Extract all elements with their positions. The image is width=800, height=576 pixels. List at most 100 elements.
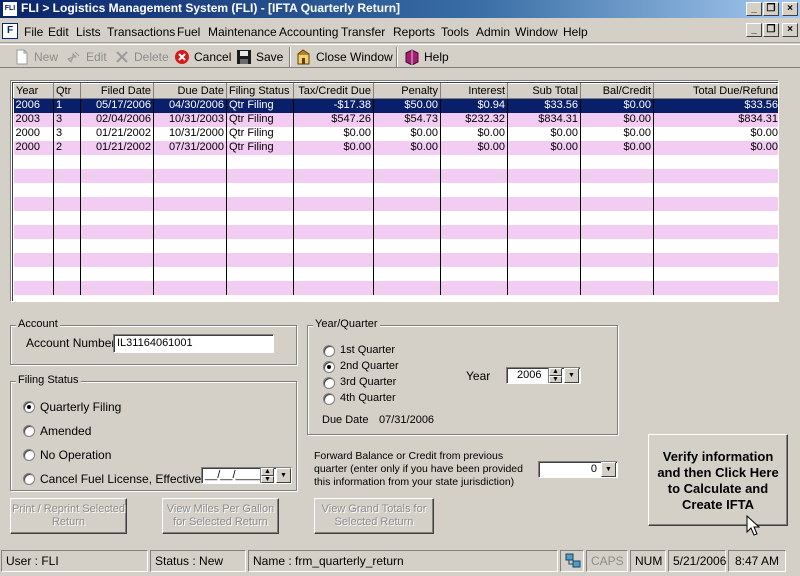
year-field[interactable]: 2006 ▲ ▼ ▼ xyxy=(506,367,581,384)
column-header[interactable]: Tax/Credit Due xyxy=(293,83,374,99)
status-num: NUM xyxy=(630,550,666,572)
filing-status-radio[interactable] xyxy=(23,401,35,413)
table-cell xyxy=(580,168,654,183)
table-row[interactable] xyxy=(13,224,778,239)
menu-tools[interactable]: Tools xyxy=(441,25,469,39)
menu-edit[interactable]: Edit xyxy=(48,25,69,39)
date-dropdown-button[interactable]: ▼ xyxy=(276,468,291,483)
new-button[interactable]: New xyxy=(14,49,58,65)
filing-status-option-label[interactable]: Amended xyxy=(40,424,91,438)
close-window-button[interactable]: Close Window xyxy=(296,49,393,65)
table-row[interactable] xyxy=(13,154,778,169)
quarter-option-label[interactable]: 2nd Quarter xyxy=(340,360,399,372)
table-row[interactable] xyxy=(13,280,778,295)
table-row[interactable] xyxy=(13,238,778,253)
filing-status-radio[interactable] xyxy=(23,449,35,461)
table-cell: $54.73 xyxy=(373,112,441,127)
table-cell xyxy=(293,280,374,295)
forward-balance-field[interactable]: 0 ▼ xyxy=(538,461,618,478)
view-grand-totals-button[interactable]: View Grand Totals for Selected Return xyxy=(314,498,434,534)
filing-status-option-label[interactable]: Cancel Fuel License, Effective xyxy=(40,472,201,486)
column-header[interactable]: Bal/Credit xyxy=(580,83,654,99)
quarter-radio[interactable] xyxy=(323,377,335,389)
quarter-option-label[interactable]: 1st Quarter xyxy=(340,344,395,356)
spin-down-icon[interactable]: ▼ xyxy=(549,375,562,383)
table-row[interactable] xyxy=(13,266,778,281)
menu-window[interactable]: Window xyxy=(515,25,558,39)
menu-admin[interactable]: Admin xyxy=(476,25,510,39)
filing-status-option-label[interactable]: No Operation xyxy=(40,448,111,462)
table-cell xyxy=(80,210,154,225)
table-row[interactable]: 2000 3 01/21/2002 10/31/2000 Qtr Filing $0.00… xyxy=(13,126,778,141)
table-cell xyxy=(13,154,54,169)
column-header[interactable]: Filing Status xyxy=(226,83,294,99)
restore-button[interactable]: ❐ xyxy=(763,2,779,16)
column-header[interactable]: Due Date xyxy=(153,83,227,99)
menu-lists[interactable]: Lists xyxy=(76,25,101,39)
quarter-radio[interactable] xyxy=(323,393,335,405)
cancel-effective-date-field[interactable]: __/__/____ ▲ ▼ ▼ xyxy=(201,467,292,484)
quarter-option-label[interactable]: 3rd Quarter xyxy=(340,376,396,388)
year-dropdown-button[interactable]: ▼ xyxy=(564,368,579,383)
table-cell xyxy=(153,224,227,239)
table-row[interactable]: 2003 3 02/04/2006 10/31/2003 Qtr Filing $547.… xyxy=(13,112,778,127)
column-header[interactable]: Qtr xyxy=(53,83,81,99)
spin-down-icon[interactable]: ▼ xyxy=(261,475,274,483)
filing-status-option-label[interactable]: Quarterly Filing xyxy=(40,400,121,414)
table-row[interactable]: 2000 2 01/21/2002 07/31/2000 Qtr Filing $0.00… xyxy=(13,140,778,155)
column-header[interactable]: Interest xyxy=(440,83,508,99)
save-button[interactable]: Save xyxy=(236,49,283,65)
menu-reports[interactable]: Reports xyxy=(393,25,435,39)
account-number-label: Account Number xyxy=(26,336,116,350)
column-header[interactable]: Penalty xyxy=(373,83,441,99)
table-cell xyxy=(507,182,581,197)
column-header[interactable]: Total Due/Refund xyxy=(653,83,778,99)
filing-status-radio[interactable] xyxy=(23,425,35,437)
column-header[interactable]: Sub Total xyxy=(507,83,581,99)
table-row[interactable] xyxy=(13,196,778,211)
view-mpg-button[interactable]: View Miles Per Gallon for Selected Retur… xyxy=(162,498,279,534)
verify-calculate-button[interactable]: Verify information and then Click Here t… xyxy=(648,434,788,526)
table-row[interactable] xyxy=(13,210,778,225)
table-cell xyxy=(653,168,778,183)
menu-fuel[interactable]: Fuel xyxy=(177,25,200,39)
date-spinner[interactable]: ▲ ▼ xyxy=(260,468,274,483)
menu-maintenance[interactable]: Maintenance xyxy=(208,25,277,39)
menu-accounting[interactable]: Accounting xyxy=(279,25,338,39)
table-cell: $0.94 xyxy=(440,98,508,113)
table-row[interactable] xyxy=(13,252,778,267)
menu-transactions[interactable]: Transactions xyxy=(107,25,175,39)
delete-button[interactable]: Delete xyxy=(114,49,169,65)
year-spinner[interactable]: ▲ ▼ xyxy=(548,368,562,383)
column-header[interactable]: Year xyxy=(13,83,54,99)
account-number-field[interactable]: IL31164061001 xyxy=(113,334,274,353)
quarter-option-label[interactable]: 4th Quarter xyxy=(340,392,396,404)
returns-grid[interactable]: Year Qtr Filed Date Due Date Filing Stat… xyxy=(10,80,779,302)
print-reprint-button[interactable]: Print / Reprint Selected Return xyxy=(10,498,127,534)
menu-file[interactable]: File xyxy=(24,25,43,39)
document-icon[interactable]: F xyxy=(2,23,18,39)
filing-status-radio[interactable] xyxy=(23,473,35,485)
table-row[interactable]: 2006 1 05/17/2006 04/30/2006 Qtr Filing -$17.… xyxy=(13,98,778,113)
menu-help[interactable]: Help xyxy=(563,25,588,39)
mdi-minimize-button[interactable]: _ xyxy=(746,23,762,37)
help-button[interactable]: Help xyxy=(404,49,449,65)
forward-balance-dropdown-button[interactable]: ▼ xyxy=(601,462,616,477)
edit-button[interactable]: Edit xyxy=(66,49,107,65)
close-button[interactable]: × xyxy=(782,2,798,16)
delete-label: Delete xyxy=(134,50,169,64)
spin-up-icon[interactable]: ▲ xyxy=(261,468,274,476)
mdi-restore-button[interactable]: ❐ xyxy=(763,23,779,37)
quarter-radio[interactable] xyxy=(323,361,335,373)
table-row[interactable] xyxy=(13,182,778,197)
title-bar[interactable]: FLI FLI > Logistics Management System (F… xyxy=(0,0,800,18)
mdi-close-button[interactable]: × xyxy=(782,23,798,37)
minimize-button[interactable]: _ xyxy=(746,2,762,16)
spin-up-icon[interactable]: ▲ xyxy=(549,368,562,376)
quarter-radio[interactable] xyxy=(323,345,335,357)
cancel-button[interactable]: Cancel xyxy=(174,49,231,65)
menu-transfer[interactable]: Transfer xyxy=(341,25,385,39)
column-header[interactable]: Filed Date xyxy=(80,83,154,99)
table-cell: 3 xyxy=(53,112,81,127)
table-row[interactable] xyxy=(13,168,778,183)
